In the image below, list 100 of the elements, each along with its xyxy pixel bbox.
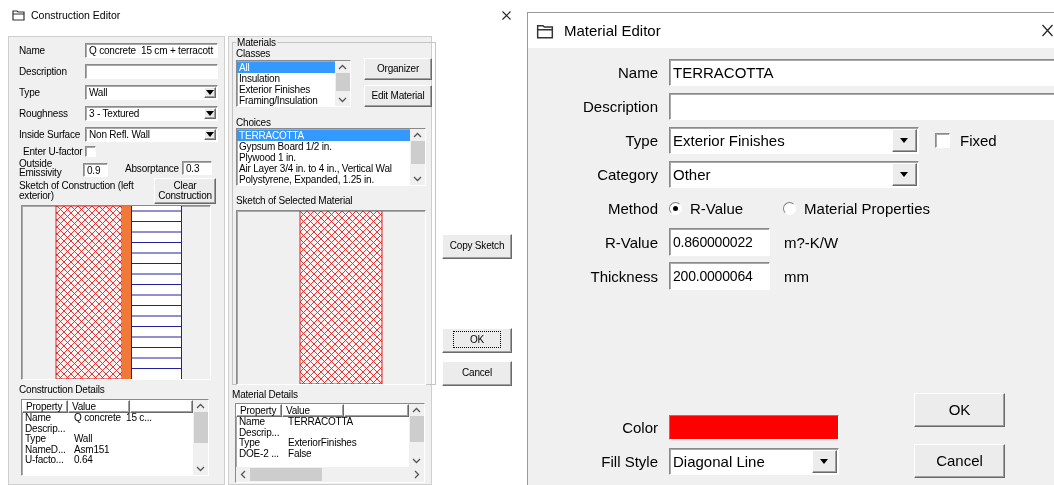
text-field[interactable]: Q concrete 15 cm + terracott bbox=[85, 43, 218, 58]
dialog-button[interactable]: OK bbox=[914, 393, 1005, 427]
section-label: Choices bbox=[236, 117, 272, 128]
radio-button[interactable] bbox=[669, 201, 682, 215]
chevron-down-icon[interactable] bbox=[413, 176, 422, 182]
chevron-down-icon[interactable] bbox=[338, 97, 347, 103]
dialog-button[interactable]: Cancel bbox=[914, 444, 1005, 478]
dialog-button[interactable]: OK bbox=[442, 328, 512, 353]
list-item[interactable]: Plywood 1 in. bbox=[237, 152, 410, 163]
close-icon[interactable] bbox=[1042, 24, 1053, 37]
column-header[interactable] bbox=[344, 404, 409, 417]
dialog-button[interactable]: Edit Material bbox=[364, 85, 432, 107]
radio-label[interactable]: R-Value bbox=[690, 199, 744, 217]
field-label: R-Value bbox=[604, 233, 658, 251]
table-cell-text: TERRACOTTA bbox=[287, 417, 354, 428]
scrollbar-thumb[interactable] bbox=[250, 468, 322, 481]
caret-icon[interactable] bbox=[203, 129, 216, 140]
text-field[interactable] bbox=[85, 64, 218, 79]
list-item[interactable]: Framing/Insulation bbox=[237, 95, 335, 106]
text-field[interactable]: TERRACOTTA bbox=[669, 58, 1054, 86]
dialog-button[interactable]: Cancel bbox=[442, 361, 512, 386]
chevron-right-icon[interactable] bbox=[414, 470, 420, 479]
table-cell-text: Descrip... bbox=[24, 423, 67, 434]
unit-label: m?-K/W bbox=[784, 233, 839, 251]
list-item[interactable]: Air Layer 3/4 in. to 4 in., Vertical Wal bbox=[237, 163, 410, 174]
field-label: Description bbox=[19, 66, 68, 77]
dropdown[interactable]: Other bbox=[669, 160, 919, 188]
clear-button[interactable]: Clear Construction bbox=[154, 178, 216, 204]
dialog-button[interactable]: Organizer bbox=[364, 58, 432, 80]
scrollbar[interactable] bbox=[409, 404, 424, 467]
column-header[interactable]: Value bbox=[282, 404, 344, 417]
radio-label[interactable]: Material Properties bbox=[804, 199, 930, 217]
table-cell-text: U-facto... bbox=[24, 455, 65, 466]
column-header[interactable]: Value bbox=[68, 400, 130, 413]
field-label: Name bbox=[19, 45, 46, 56]
group-label: Materials bbox=[236, 37, 277, 48]
section-label: Material Details bbox=[232, 389, 299, 401]
color-swatch[interactable] bbox=[669, 414, 839, 440]
dropdown[interactable]: Diagonal Line bbox=[669, 447, 839, 475]
column-header[interactable] bbox=[130, 400, 193, 413]
column-header[interactable]: Property bbox=[236, 404, 282, 417]
table-cell-text: Name bbox=[238, 417, 265, 428]
field-label: Description bbox=[582, 97, 658, 115]
column-header[interactable]: Property bbox=[22, 400, 68, 413]
list-item[interactable]: Gypsum Board 1/2 in. bbox=[237, 141, 410, 152]
chevron-up-icon[interactable] bbox=[338, 64, 347, 70]
text-field[interactable] bbox=[669, 92, 1054, 120]
close-icon[interactable] bbox=[502, 10, 511, 20]
window-icon bbox=[536, 22, 554, 39]
chevron-up-icon[interactable] bbox=[196, 403, 205, 409]
chevron-down-icon[interactable] bbox=[196, 466, 205, 472]
checkbox[interactable] bbox=[85, 146, 97, 157]
caret-icon[interactable] bbox=[203, 87, 216, 98]
text-field[interactable]: 0.860000022 bbox=[669, 228, 770, 256]
dropdown[interactable]: 3 - Textured bbox=[85, 106, 218, 121]
field-label: Type bbox=[19, 87, 41, 98]
field-label: Roughness bbox=[19, 108, 69, 119]
section-label: Construction Details bbox=[19, 384, 106, 396]
list-item[interactable]: Polystyrene, Expanded, 1.25 in. bbox=[237, 174, 410, 185]
section-label: Sketch of Construction (left exterior) bbox=[19, 181, 135, 201]
chevron-up-icon[interactable] bbox=[413, 132, 422, 138]
scrollbar[interactable] bbox=[236, 467, 424, 482]
caret-icon[interactable] bbox=[891, 128, 917, 152]
list-item[interactable]: Exterior Finishes bbox=[237, 84, 335, 95]
scrollbar[interactable] bbox=[335, 61, 350, 106]
chevron-left-icon[interactable] bbox=[240, 470, 246, 479]
window-title: Material Editor bbox=[564, 22, 662, 39]
table-cell-text: False bbox=[287, 448, 312, 459]
field-label: Fill Style bbox=[601, 452, 658, 470]
caret-icon[interactable] bbox=[891, 162, 917, 186]
checkbox[interactable] bbox=[935, 132, 950, 148]
dropdown[interactable]: Wall bbox=[85, 85, 218, 100]
section-label: Sketch of Selected Material bbox=[236, 195, 354, 206]
text-field[interactable]: 0.3 bbox=[181, 161, 212, 175]
field-label: Name bbox=[618, 63, 658, 81]
text-field[interactable]: 0.9 bbox=[83, 163, 108, 177]
dialog-button[interactable]: Copy Sketch bbox=[442, 234, 512, 259]
field-label: Enter U-factor bbox=[23, 146, 83, 157]
scrollbar[interactable] bbox=[193, 400, 208, 475]
unit-label: mm bbox=[784, 267, 809, 285]
scrollbar-thumb[interactable] bbox=[409, 416, 424, 442]
table-cell-text: DOE-2 ... bbox=[238, 448, 280, 459]
scrollbar[interactable] bbox=[410, 129, 425, 185]
radio-button[interactable] bbox=[783, 201, 797, 215]
caret-icon[interactable] bbox=[811, 449, 837, 473]
table-cell-text: Descrip... bbox=[238, 427, 281, 438]
dropdown[interactable]: Exterior Finishes bbox=[669, 126, 919, 154]
list-item[interactable]: Insulation bbox=[237, 73, 335, 84]
scrollbar-thumb[interactable] bbox=[410, 141, 425, 164]
text-field[interactable]: 200.0000064 bbox=[669, 262, 770, 290]
caret-icon[interactable] bbox=[203, 108, 216, 119]
field-label: Type bbox=[625, 131, 658, 149]
checkbox-label[interactable]: Fixed bbox=[960, 131, 997, 149]
scrollbar-thumb[interactable] bbox=[335, 73, 350, 91]
chevron-up-icon[interactable] bbox=[412, 407, 421, 413]
table-cell-text: Type bbox=[24, 434, 46, 445]
chevron-down-icon[interactable] bbox=[412, 458, 421, 464]
dropdown[interactable]: Non Refl. Wall bbox=[85, 127, 218, 142]
scrollbar-thumb[interactable] bbox=[193, 412, 208, 444]
field-label: Outside Emissivity bbox=[19, 159, 63, 177]
